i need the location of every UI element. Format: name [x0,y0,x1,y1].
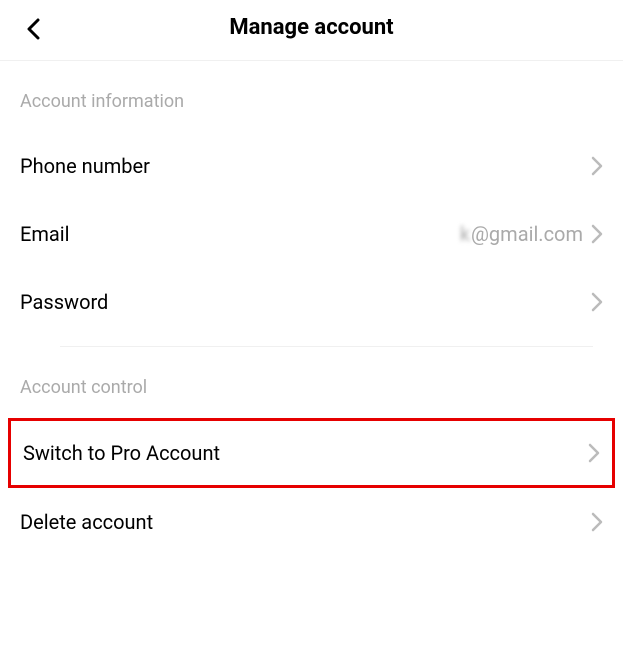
phone-number-label: Phone number [20,154,150,178]
email-row[interactable]: Email k@gmail.com [0,200,623,268]
switch-pro-label: Switch to Pro Account [23,441,220,465]
password-label: Password [20,290,108,314]
row-right [588,443,600,463]
row-right [591,156,603,176]
delete-account-row[interactable]: Delete account [0,488,623,556]
email-value: k@gmail.com [460,222,583,246]
email-label: Email [20,222,70,246]
chevron-right-icon [591,156,603,176]
phone-number-row[interactable]: Phone number [0,132,623,200]
row-right [591,512,603,532]
back-button[interactable] [25,18,43,44]
chevron-right-icon [591,512,603,532]
section-header-account-info: Account information [0,61,623,132]
chevron-left-icon [25,18,43,40]
password-row[interactable]: Password [0,268,623,336]
page-title: Manage account [20,15,603,40]
row-right: k@gmail.com [460,222,603,246]
row-right [591,292,603,312]
switch-pro-row[interactable]: Switch to Pro Account [11,421,612,485]
chevron-right-icon [591,292,603,312]
highlight-box: Switch to Pro Account [8,418,615,488]
header: Manage account [0,0,623,61]
delete-account-label: Delete account [20,510,153,534]
section-header-account-control: Account control [0,347,623,418]
chevron-right-icon [591,224,603,244]
chevron-right-icon [588,443,600,463]
